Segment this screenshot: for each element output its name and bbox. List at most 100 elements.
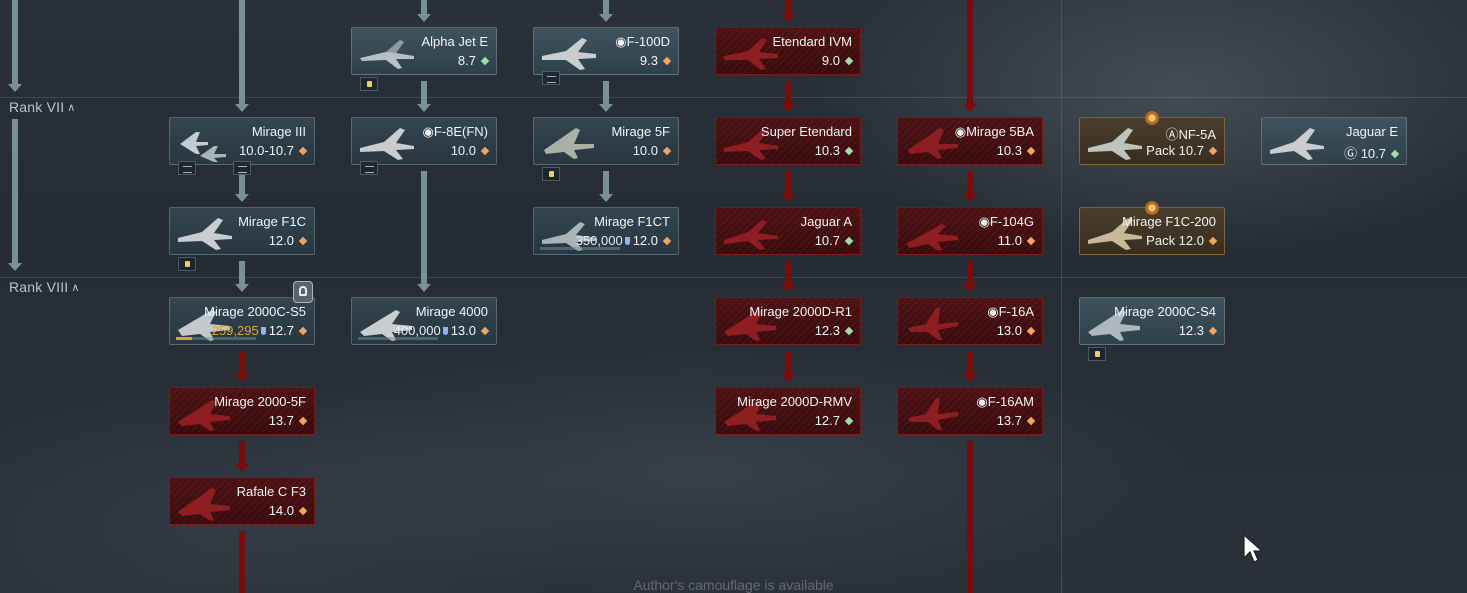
group-icon[interactable] — [233, 161, 251, 175]
rank-progress-arrow — [8, 263, 22, 271]
tree-arrow — [963, 194, 977, 202]
vehicle-card-f-16am[interactable]: ◉F-16AM 13.7 — [897, 387, 1043, 435]
battle-rating-mode-icon — [1390, 149, 1400, 159]
rank-label-vii[interactable]: Rank VII ∧ — [9, 99, 76, 115]
vehicle-card-alpha-jet-e[interactable]: Alpha Jet E 8.7 — [351, 27, 497, 75]
battle-rating-mode-icon — [1026, 146, 1036, 156]
battle-rating-mode-icon — [298, 146, 308, 156]
vehicle-name: ◉F-16AM — [976, 394, 1034, 409]
tree-connector — [785, 0, 791, 14]
tree-arrow — [599, 194, 613, 202]
premium-column-divider — [1061, 0, 1062, 593]
vehicle-name: Mirage 2000D-RMV — [737, 394, 852, 409]
vehicle-card-mirage-2000c-s5[interactable]: Mirage 2000C-S5 259,295 12.7 — [169, 297, 315, 345]
vehicle-name: Mirage F1C-200 — [1122, 214, 1216, 229]
rank-progress-arrow — [8, 84, 22, 92]
tree-connector — [239, 441, 245, 464]
vehicle-name: Mirage 5F — [611, 124, 670, 139]
vehicle-card-mirage-2000d-rmv[interactable]: Mirage 2000D-RMV 12.7 — [715, 387, 861, 435]
vehicle-card-jaguar-e[interactable]: Jaguar E Ⓖ 10.7 — [1261, 117, 1407, 165]
tree-connector — [603, 81, 609, 104]
battle-rating-mode-icon — [662, 146, 672, 156]
crew-slot-icon[interactable] — [360, 77, 378, 91]
jet-aircraft-icon — [544, 128, 594, 159]
vehicle-card-f-104g[interactable]: ◉F-104G 11.0 — [897, 207, 1043, 255]
mouse-cursor-icon — [1243, 534, 1263, 563]
vehicle-card-etendard-ivm[interactable]: Etendard IVM 9.0 — [715, 27, 861, 75]
tree-connector — [421, 171, 427, 284]
battle-rating-mode-icon — [298, 416, 308, 426]
battle-rating: 400,000 13.0 — [394, 323, 490, 338]
vehicle-card-rafale-c-f3[interactable]: Rafale C F3 14.0 — [169, 477, 315, 525]
rank-label-viii[interactable]: Rank VIII ∧ — [9, 279, 80, 295]
battle-rating-mode-icon — [1208, 146, 1218, 156]
battle-rating: 10.0 — [451, 143, 490, 158]
vehicle-name: Jaguar E — [1345, 124, 1398, 139]
rank-label-text: Rank VIII — [9, 279, 69, 295]
research-progress-bar — [540, 247, 620, 250]
jet-aircraft-icon — [908, 398, 958, 430]
battle-rating: 10.3 — [997, 143, 1036, 158]
vehicle-card-jaguar-a[interactable]: Jaguar A 10.7 — [715, 207, 861, 255]
battle-rating: 350,000 12.0 — [576, 233, 672, 248]
tree-connector — [421, 81, 427, 104]
battle-rating: 259,295 12.7 — [212, 323, 308, 338]
group-icon[interactable] — [178, 161, 196, 175]
vehicle-card-mirage-2000c-s4[interactable]: Mirage 2000C-S4 12.3 — [1079, 297, 1225, 345]
battle-rating: 12.7 — [815, 413, 854, 428]
vehicle-name: Mirage 2000-5F — [214, 394, 306, 409]
tree-arrow — [235, 464, 249, 472]
group-icon[interactable] — [360, 161, 378, 175]
battle-rating-mode-icon — [480, 146, 490, 156]
battle-rating-mode-icon — [1208, 236, 1218, 246]
vehicle-name: ◉F-16A — [987, 304, 1034, 319]
vehicle-name: Rafale C F3 — [236, 484, 306, 499]
tree-connector — [239, 261, 245, 284]
vehicle-card-super-etendard[interactable]: Super Etendard 10.3 — [715, 117, 861, 165]
jet-aircraft-icon — [1088, 128, 1142, 160]
modification-bulb-icon[interactable] — [293, 281, 313, 303]
pack-icon — [1145, 111, 1159, 125]
battle-rating: 12.0 — [269, 233, 308, 248]
crew-slot-icon[interactable] — [1088, 347, 1106, 361]
crew-slot-icon[interactable] — [178, 257, 196, 271]
tree-arrow — [781, 14, 795, 22]
battle-rating: 10.0 — [633, 143, 672, 158]
vehicle-card-mirage-iii[interactable]: Mirage III 10.0-10.7 — [169, 117, 315, 165]
battle-rating-mode-icon — [480, 56, 490, 66]
vehicle-card-mirage-2000d-r1[interactable]: Mirage 2000D-R1 12.3 — [715, 297, 861, 345]
tree-connector — [785, 351, 791, 374]
battle-rating: 13.7 — [997, 413, 1036, 428]
vehicle-name: Mirage 2000C-S5 — [204, 304, 306, 319]
group-icon[interactable] — [542, 71, 560, 85]
vehicle-card-mirage-5ba[interactable]: ◉Mirage 5BA 10.3 — [897, 117, 1043, 165]
vehicle-card-f-100d[interactable]: ◉F-100D 9.3 — [533, 27, 679, 75]
rank-viii-divider — [0, 277, 1467, 278]
vehicle-name: ◉F-8E(FN) — [422, 124, 488, 139]
tree-connector — [967, 261, 973, 284]
crew-slot-icon[interactable] — [542, 167, 560, 181]
vehicle-name: ◉F-104G — [978, 214, 1034, 229]
vehicle-card-f-16a[interactable]: ◉F-16A 13.0 — [897, 297, 1043, 345]
rank-vii-divider — [0, 97, 1467, 98]
battle-rating: 10.0-10.7 — [239, 143, 308, 158]
battle-rating-mode-icon — [298, 326, 308, 336]
vehicle-card-mirage-2000-5f[interactable]: Mirage 2000-5F 13.7 — [169, 387, 315, 435]
battle-rating: 13.7 — [269, 413, 308, 428]
jet-aircraft-icon — [360, 40, 414, 69]
vehicle-card-mirage-f1ct[interactable]: Mirage F1CT 350,000 12.0 — [533, 207, 679, 255]
battle-rating: 10.7 — [815, 233, 854, 248]
battle-rating-mode-icon — [844, 326, 854, 336]
vehicle-name: ⒶNF-5A — [1165, 127, 1216, 142]
tree-connector — [603, 171, 609, 194]
vehicle-card-mirage-5f[interactable]: Mirage 5F 10.0 — [533, 117, 679, 165]
tree-arrow — [235, 104, 249, 112]
vehicle-card-mirage-f1c[interactable]: Mirage F1C 12.0 — [169, 207, 315, 255]
battle-rating: 9.3 — [640, 53, 672, 68]
battle-rating: 13.0 — [997, 323, 1036, 338]
battle-rating-mode-icon — [844, 416, 854, 426]
vehicle-card-mirage-4000[interactable]: Mirage 4000 400,000 13.0 — [351, 297, 497, 345]
tree-connector — [967, 351, 973, 374]
vehicle-card-f-8e-fn[interactable]: ◉F-8E(FN) 10.0 — [351, 117, 497, 165]
vehicle-name: Mirage 2000D-R1 — [749, 304, 852, 319]
